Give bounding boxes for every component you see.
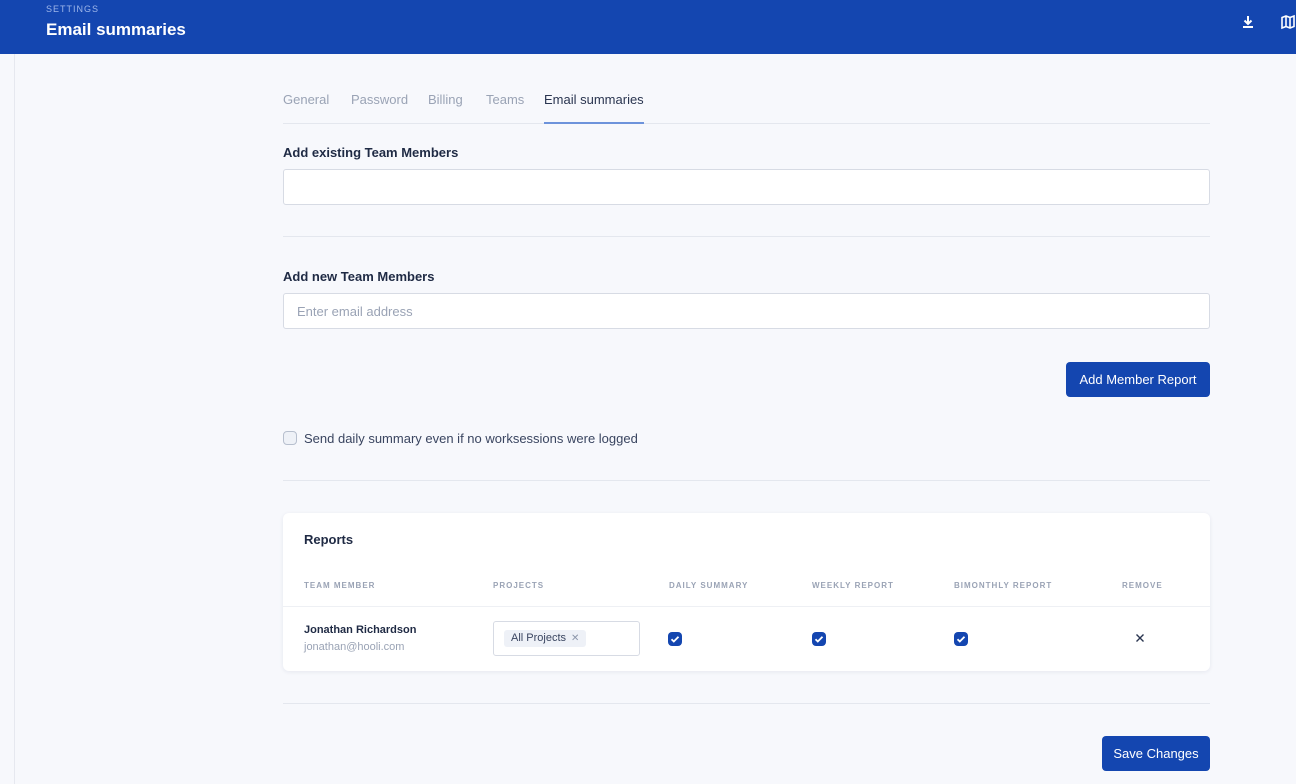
tab-billing[interactable]: Billing [428,92,463,124]
existing-members-input[interactable] [283,169,1210,205]
remove-icon[interactable] [1133,631,1147,645]
column-header-bimonthly-report: BIMONTHLY REPORT [954,581,1053,590]
daily-summary-label: Send daily summary even if no worksessio… [304,431,638,446]
section-divider [283,480,1210,481]
daily-summary-checkbox[interactable] [283,431,297,445]
project-tag-label: All Projects [511,632,567,644]
member-email: jonathan@hooli.com [304,641,405,653]
new-members-label: Add new Team Members [283,269,435,284]
column-header-daily-summary: DAILY SUMMARY [669,581,749,590]
settings-tabs: General Password Billing Teams Email sum… [283,84,1210,124]
email-field[interactable] [283,293,1210,329]
tab-email-summaries[interactable]: Email summaries [544,92,644,124]
column-header-remove: REMOVE [1122,581,1163,590]
member-name: Jonathan Richardson [304,624,417,636]
section-divider [283,236,1210,237]
sidebar-divider [14,54,15,784]
section-divider [283,703,1210,704]
tab-general[interactable]: General [283,92,329,124]
download-icon[interactable] [1240,14,1256,30]
daily-summary-toggle[interactable] [668,632,682,646]
tab-teams[interactable]: Teams [486,92,524,124]
reports-title: Reports [304,532,354,547]
save-changes-button[interactable]: Save Changes [1102,736,1210,771]
existing-members-label: Add existing Team Members [283,145,459,160]
map-icon[interactable] [1280,14,1296,30]
projects-select[interactable]: All Projects ✕ [493,621,640,656]
table-divider [283,606,1210,607]
breadcrumb: SETTINGS [46,4,100,14]
reports-card: Reports TEAM MEMBER PROJECTS DAILY SUMMA… [283,513,1210,671]
tab-password[interactable]: Password [351,92,408,124]
column-header-team-member: TEAM MEMBER [304,581,376,590]
column-header-projects: PROJECTS [493,581,545,590]
column-header-weekly-report: WEEKLY REPORT [812,581,894,590]
project-tag: All Projects ✕ [504,630,587,647]
weekly-report-toggle[interactable] [812,632,826,646]
top-bar: SETTINGS Email summaries [0,0,1296,54]
bimonthly-report-toggle[interactable] [954,632,968,646]
page-title: Email summaries [46,20,186,39]
add-member-report-button[interactable]: Add Member Report [1066,362,1210,397]
remove-tag-icon[interactable]: ✕ [571,633,579,644]
